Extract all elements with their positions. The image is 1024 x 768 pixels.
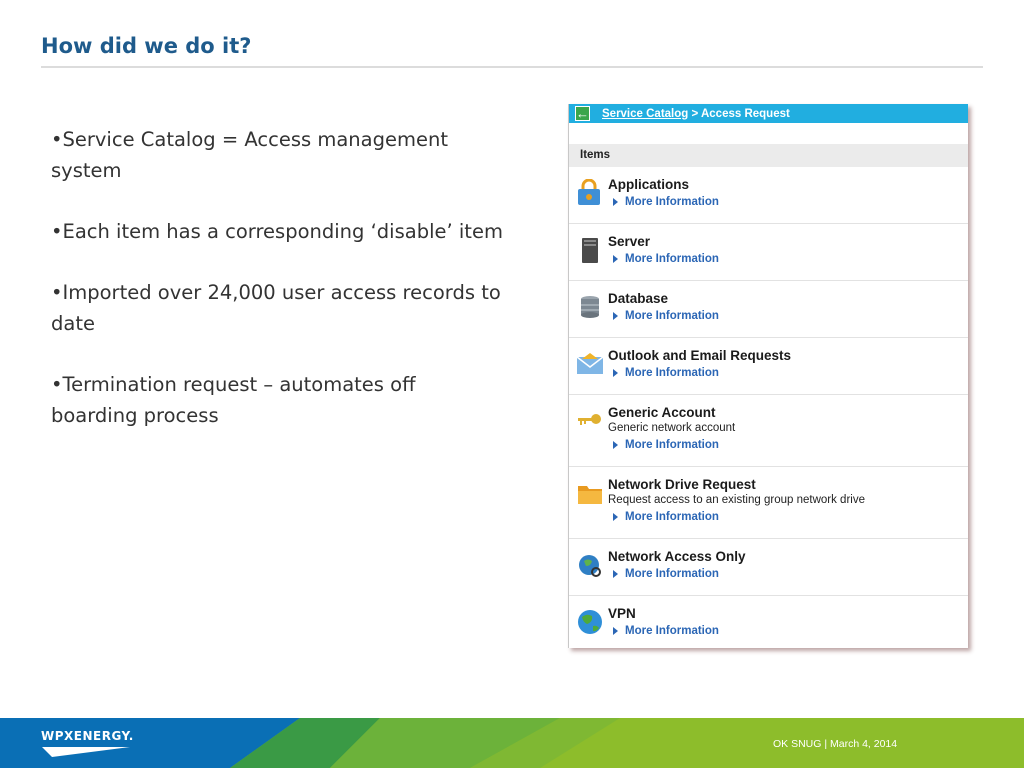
item-description: Generic network account xyxy=(608,422,736,434)
items-header: Items xyxy=(569,144,968,167)
expand-triangle-icon xyxy=(613,312,618,320)
bullet-item: •Termination request – automates off boa… xyxy=(51,373,416,427)
breadcrumb: ← Service Catalog > Access Request xyxy=(569,104,968,123)
slide-footer: WPXENERGY. OK SNUG | March 4, 2014 xyxy=(0,718,1024,768)
bullet-item: •Each item has a corresponding ‘disable’… xyxy=(51,220,503,243)
catalog-item-network-access[interactable]: Network Access Only More Information xyxy=(569,539,968,596)
database-icon xyxy=(581,296,599,318)
more-information-link[interactable]: More Information xyxy=(613,196,968,208)
expand-triangle-icon xyxy=(613,627,618,635)
catalog-item-network-drive[interactable]: Network Drive Request Request access to … xyxy=(569,467,968,539)
breadcrumb-link-service-catalog[interactable]: Service Catalog xyxy=(602,108,688,120)
key-icon xyxy=(578,414,601,425)
more-information-link[interactable]: More Information xyxy=(613,310,968,322)
item-description: Request access to an existing group netw… xyxy=(608,494,865,506)
more-information-link[interactable]: More Information xyxy=(613,367,968,379)
more-information-link[interactable]: More Information xyxy=(613,625,968,637)
item-name[interactable]: Network Access Only xyxy=(608,549,968,565)
item-name[interactable]: Applications xyxy=(608,177,968,193)
lock-icon xyxy=(578,179,600,205)
logo-swoosh-icon xyxy=(42,747,130,757)
bullet-list: •Service Catalog = Access management sys… xyxy=(51,124,506,461)
title-divider xyxy=(41,66,983,68)
expand-triangle-icon xyxy=(613,441,618,449)
bullet-item: •Imported over 24,000 user access record… xyxy=(51,281,501,335)
expand-triangle-icon xyxy=(613,570,618,578)
item-name[interactable]: VPN xyxy=(608,606,968,622)
back-arrow-icon[interactable]: ← xyxy=(575,106,590,121)
envelope-icon xyxy=(576,353,604,374)
item-name[interactable]: Network Drive Request xyxy=(608,477,968,493)
footer-event-date: OK SNUG | March 4, 2014 xyxy=(773,738,898,750)
wpx-energy-logo: WPXENERGY. xyxy=(41,729,134,743)
slide-title: How did we do it? xyxy=(41,34,252,58)
catalog-item-database[interactable]: Database More Information xyxy=(569,281,968,338)
more-information-link[interactable]: More Information xyxy=(613,439,968,451)
breadcrumb-text: Service Catalog > Access Request xyxy=(602,108,790,120)
item-name[interactable]: Outlook and Email Requests xyxy=(608,348,968,364)
catalog-item-vpn[interactable]: VPN More Information xyxy=(569,596,968,648)
more-information-link[interactable]: More Information xyxy=(613,253,968,265)
item-name[interactable]: Server xyxy=(608,234,968,250)
bullet-item: •Service Catalog = Access management sys… xyxy=(51,128,448,182)
expand-triangle-icon xyxy=(613,198,618,206)
more-information-link[interactable]: More Information xyxy=(613,511,968,523)
expand-triangle-icon xyxy=(613,513,618,521)
expand-triangle-icon xyxy=(613,255,618,263)
breadcrumb-current: > Access Request xyxy=(688,107,790,120)
catalog-item-generic-account[interactable]: Generic Account Generic network account … xyxy=(569,395,968,467)
expand-triangle-icon xyxy=(613,369,618,377)
server-icon xyxy=(582,238,598,263)
catalog-item-outlook-email[interactable]: Outlook and Email Requests More Informat… xyxy=(569,338,968,395)
catalog-item-applications[interactable]: Applications More Information xyxy=(569,167,968,224)
item-name[interactable]: Database xyxy=(608,291,968,307)
globe-search-icon xyxy=(579,555,601,577)
item-name[interactable]: Generic Account xyxy=(608,405,968,421)
service-catalog-screenshot: ← Service Catalog > Access Request Items… xyxy=(568,104,968,648)
globe-icon xyxy=(578,610,602,634)
more-information-link[interactable]: More Information xyxy=(613,568,968,580)
folder-icon xyxy=(578,486,602,504)
catalog-item-server[interactable]: Server More Information xyxy=(569,224,968,281)
